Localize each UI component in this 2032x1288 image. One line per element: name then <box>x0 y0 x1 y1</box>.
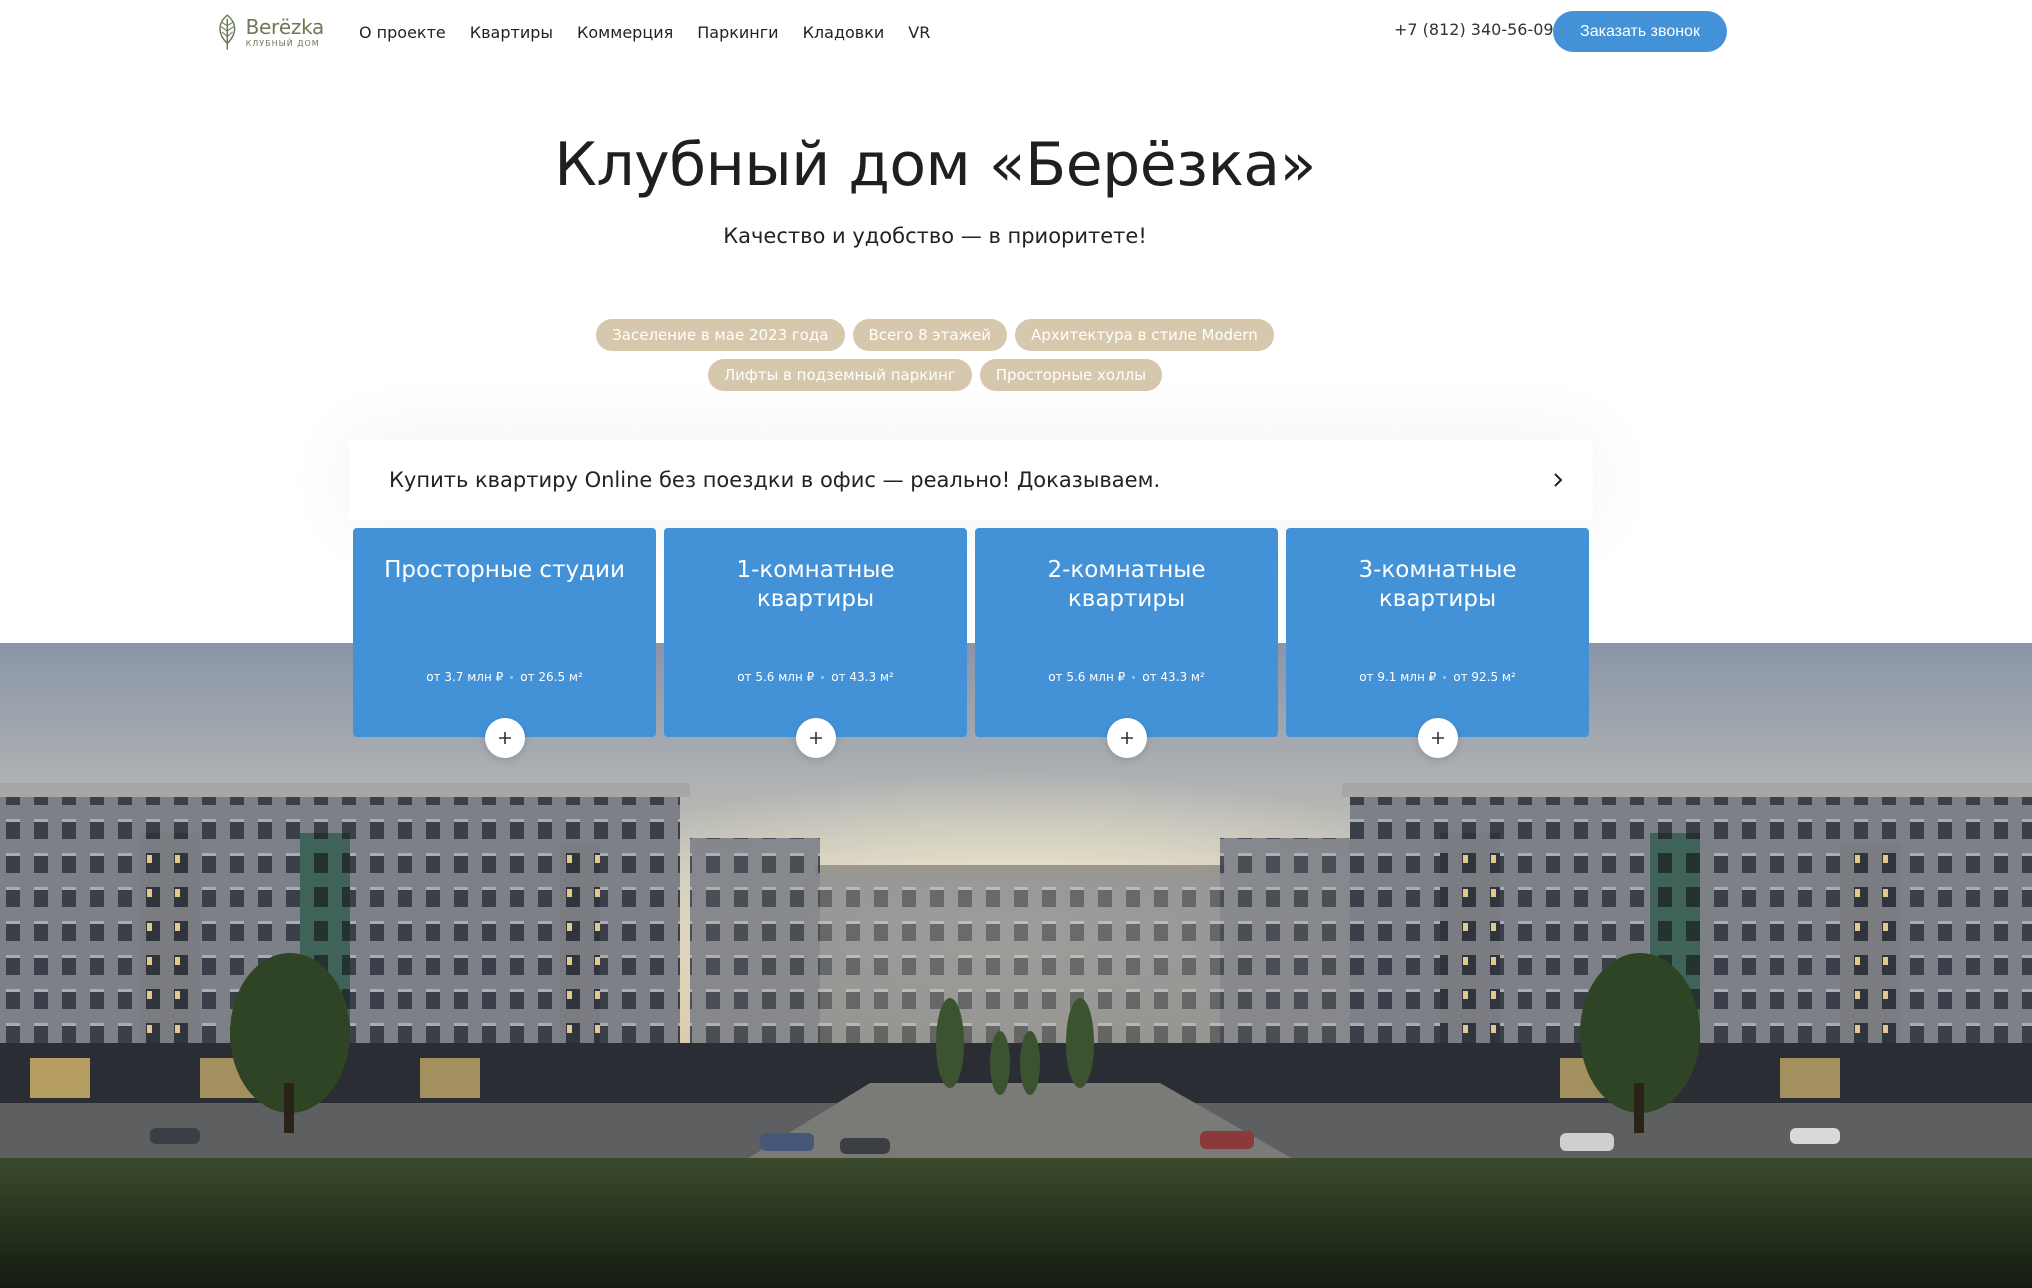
phone-link[interactable]: +7 (812) 340-56-09 <box>1394 20 1554 39</box>
card-price: от 9.1 млн ₽ от 92.5 м² <box>1286 670 1589 684</box>
card-price-value: от 9.1 млн ₽ <box>1359 670 1437 684</box>
card-area-value: от 26.5 м² <box>520 670 583 684</box>
main-nav: О проекте Квартиры Коммерция Паркинги Кл… <box>359 0 954 64</box>
expand-button[interactable] <box>1107 718 1147 758</box>
card-2-room[interactable]: 2-комнатные квартиры от 5.6 млн ₽ от 43.3… <box>975 528 1278 758</box>
card-price-value: от 5.6 млн ₽ <box>1048 670 1126 684</box>
card-title: Просторные студии <box>384 557 625 583</box>
expand-button[interactable] <box>1418 718 1458 758</box>
card-area-value: от 43.3 м² <box>1142 670 1205 684</box>
card-area-value: от 43.3 м² <box>831 670 894 684</box>
features-row-2: Лифты в подземный паркинг Просторные хол… <box>0 359 1870 391</box>
card-studios[interactable]: Просторные студии от 3.7 млн ₽ от 26.5 м² <box>353 528 656 758</box>
plus-icon <box>499 732 511 744</box>
card-price-value: от 3.7 млн ₽ <box>426 670 504 684</box>
card-area-value: от 92.5 м² <box>1453 670 1516 684</box>
card-title: 3-комнатные квартиры <box>1358 557 1517 612</box>
card-title: 1-комнатные квартиры <box>736 557 895 612</box>
card-price: от 5.6 млн ₽ от 43.3 м² <box>664 670 967 684</box>
nav-item-vr[interactable]: VR <box>908 23 930 42</box>
nav-item-commerce[interactable]: Коммерция <box>577 23 673 42</box>
nav-item-storage[interactable]: Кладовки <box>803 23 885 42</box>
nav-item-apartments[interactable]: Квартиры <box>470 23 553 42</box>
card-3-room[interactable]: 3-комнатные квартиры от 9.1 млн ₽ от 92.5… <box>1286 528 1589 758</box>
page-title: Клубный дом «Берёзка» <box>554 130 1316 200</box>
card-price: от 3.7 млн ₽ от 26.5 м² <box>353 670 656 684</box>
feature-tag: Заселение в мае 2023 года <box>596 319 845 351</box>
leaf-icon <box>219 14 236 50</box>
logo-tagline: КЛУБНЫЙ ДОМ <box>245 38 320 48</box>
building-photo <box>0 643 2032 1288</box>
banner-text: Купить квартиру Online без поездки в офи… <box>389 468 1161 492</box>
page-subtitle: Качество и удобство — в приоритете! <box>723 224 1147 248</box>
card-title: 2-комнатные квартиры <box>1047 557 1206 612</box>
expand-button[interactable] <box>485 718 525 758</box>
plus-icon <box>1432 732 1444 744</box>
expand-button[interactable] <box>796 718 836 758</box>
features-row-1: Заселение в мае 2023 года Всего 8 этажей… <box>0 319 1870 351</box>
request-call-button[interactable]: Заказать звонок <box>1553 11 1727 52</box>
site-header: Berёzka КЛУБНЫЙ ДОМ О проекте Квартиры К… <box>0 0 2032 64</box>
nav-item-parking[interactable]: Паркинги <box>697 23 778 42</box>
feature-tag: Архитектура в стиле Modern <box>1015 319 1274 351</box>
plus-icon <box>810 732 822 744</box>
feature-tag: Просторные холлы <box>979 359 1163 391</box>
feature-tag: Всего 8 этажей <box>852 319 1008 351</box>
online-purchase-banner[interactable]: Купить квартиру Online без поездки в офи… <box>350 440 1593 520</box>
plus-icon <box>1121 732 1133 744</box>
chevron-right-icon <box>1554 473 1563 487</box>
feature-tag: Лифты в подземный паркинг <box>707 359 972 391</box>
nav-item-about[interactable]: О проекте <box>359 23 446 42</box>
logo[interactable]: Berёzka КЛУБНЫЙ ДОМ <box>214 10 324 54</box>
apartment-cards: Просторные студии от 3.7 млн ₽ от 26.5 м²… <box>353 528 1590 758</box>
card-price: от 5.6 млн ₽ от 43.3 м² <box>975 670 1278 684</box>
card-1-room[interactable]: 1-комнатные квартиры от 5.6 млн ₽ от 43.3… <box>664 528 967 758</box>
card-price-value: от 5.6 млн ₽ <box>737 670 815 684</box>
logo-name: Berёzka <box>245 14 325 39</box>
